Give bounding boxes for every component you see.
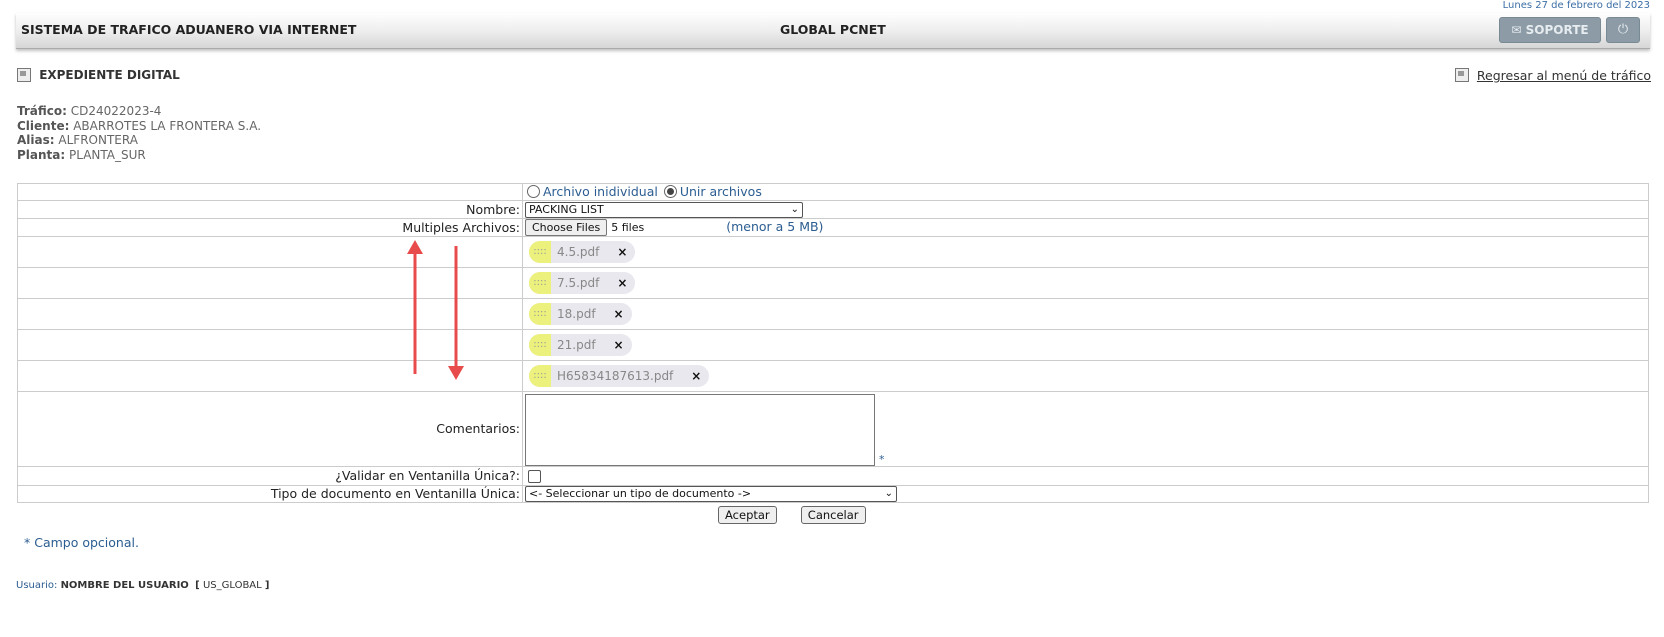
- tipo-select-value: <- Seleccionar un tipo de documento ->: [529, 487, 752, 500]
- file-name: 21.pdf: [557, 337, 596, 352]
- drag-handle-icon[interactable]: ::::: [529, 240, 551, 263]
- chevron-down-icon: ⌄: [790, 203, 799, 215]
- back-to-menu-link[interactable]: Regresar al menú de tráfico: [1477, 68, 1651, 83]
- cancelar-button[interactable]: Cancelar: [800, 506, 866, 524]
- company-title: GLOBAL PCNET: [780, 22, 886, 37]
- cliente-label: Cliente:: [17, 118, 70, 133]
- alias-label: Alias:: [17, 133, 55, 147]
- system-title: SISTEMA DE TRAFICO ADUANERO VIA INTERNET: [21, 22, 357, 37]
- expediente-info: Tráfico: CD24022023-4 Cliente: ABARROTES…: [17, 104, 261, 162]
- open-bracket: [: [195, 580, 200, 591]
- file-chip[interactable]: :::: 4.5.pdf ×: [529, 240, 636, 263]
- remove-icon[interactable]: ×: [617, 245, 627, 259]
- drag-handle-icon[interactable]: ::::: [529, 271, 551, 294]
- aceptar-button[interactable]: Aceptar: [718, 506, 777, 524]
- validar-label: ¿Validar en Ventanilla Única?:: [17, 465, 523, 486]
- app-header: SISTEMA DE TRAFICO ADUANERO VIA INTERNET…: [16, 13, 1650, 49]
- envelope-icon: ✉: [1511, 23, 1522, 37]
- radio-individual[interactable]: [527, 185, 540, 198]
- file-name: H65834187613.pdf: [557, 368, 674, 383]
- section-title: EXPEDIENTE DIGITAL: [17, 68, 180, 82]
- document-icon: [17, 68, 31, 82]
- planta-label: Planta:: [17, 147, 66, 162]
- menu-icon: [1454, 68, 1469, 82]
- nombre-label: Nombre:: [17, 200, 523, 219]
- file-name: 7.5.pdf: [557, 275, 600, 290]
- multiples-label: Multiples Archivos:: [17, 217, 523, 237]
- radio-individual-label: Archivo inidividual: [543, 184, 658, 199]
- file-chip[interactable]: :::: 21.pdf ×: [529, 333, 632, 356]
- trafico-value: CD24022023-4: [70, 104, 162, 118]
- logout-button[interactable]: ⏻: [1606, 17, 1640, 43]
- trafico-label: Tráfico:: [17, 104, 67, 118]
- files-count: 5 files: [611, 220, 645, 234]
- file-chip[interactable]: :::: H65834187613.pdf ×: [529, 364, 710, 387]
- section-title-text: EXPEDIENTE DIGITAL: [39, 68, 180, 82]
- comentarios-label: Comentarios:: [17, 390, 523, 467]
- chevron-down-icon: ⌄: [884, 488, 893, 499]
- optional-mark: *: [878, 452, 885, 466]
- tipo-label: Tipo de documento en Ventanilla Única:: [17, 484, 523, 503]
- validar-checkbox[interactable]: [528, 470, 541, 483]
- file-name: 18.pdf: [557, 306, 596, 321]
- support-button[interactable]: ✉ SOPORTE: [1499, 17, 1601, 43]
- back-link-container: Regresar al menú de tráfico: [1454, 68, 1651, 83]
- drag-handle-icon[interactable]: ::::: [529, 364, 551, 387]
- choose-files-button[interactable]: Choose Files: [525, 218, 608, 236]
- comentarios-textarea[interactable]: [525, 393, 875, 466]
- remove-icon[interactable]: ×: [614, 338, 624, 352]
- nombre-select-value: PACKING LIST: [529, 202, 604, 216]
- user-code: US_GLOBAL: [202, 580, 262, 591]
- optional-footnote: * Campo opcional.: [24, 535, 139, 550]
- user-label: Usuario:: [16, 580, 58, 591]
- alias-value: ALFRONTERA: [58, 133, 138, 147]
- nombre-select[interactable]: PACKING LIST ⌄: [525, 201, 803, 218]
- tipo-documento-select[interactable]: <- Seleccionar un tipo de documento -> ⌄: [525, 486, 897, 502]
- radio-unir-label: Unir archivos: [679, 184, 762, 199]
- cliente-value: ABARROTES LA FRONTERA S.A.: [73, 118, 262, 133]
- close-bracket: ]: [264, 580, 270, 591]
- planta-value: PLANTA_SUR: [69, 147, 146, 162]
- upload-form: Archivo inidividual Unir archivos Nombre…: [17, 183, 1649, 503]
- file-name: 4.5.pdf: [557, 244, 600, 259]
- drag-handle-icon[interactable]: ::::: [529, 333, 551, 356]
- user-name: NOMBRE DEL USUARIO: [60, 580, 189, 591]
- support-label: SOPORTE: [1525, 23, 1589, 37]
- form-buttons: Aceptar Cancelar: [718, 506, 866, 524]
- current-date: Lunes 27 de febrero del 2023: [1502, 0, 1650, 11]
- radio-unir[interactable]: [663, 185, 677, 198]
- power-icon: ⏻: [1617, 22, 1629, 37]
- size-note: (menor a 5 MB): [726, 218, 824, 234]
- remove-icon[interactable]: ×: [614, 307, 624, 321]
- drag-handle-icon[interactable]: ::::: [529, 302, 551, 325]
- remove-icon[interactable]: ×: [691, 369, 701, 383]
- user-footer: Usuario: NOMBRE DEL USUARIO [ US_GLOBAL …: [16, 580, 269, 591]
- file-chip[interactable]: :::: 7.5.pdf ×: [529, 271, 636, 294]
- file-chip[interactable]: :::: 18.pdf ×: [529, 302, 632, 325]
- remove-icon[interactable]: ×: [617, 276, 627, 290]
